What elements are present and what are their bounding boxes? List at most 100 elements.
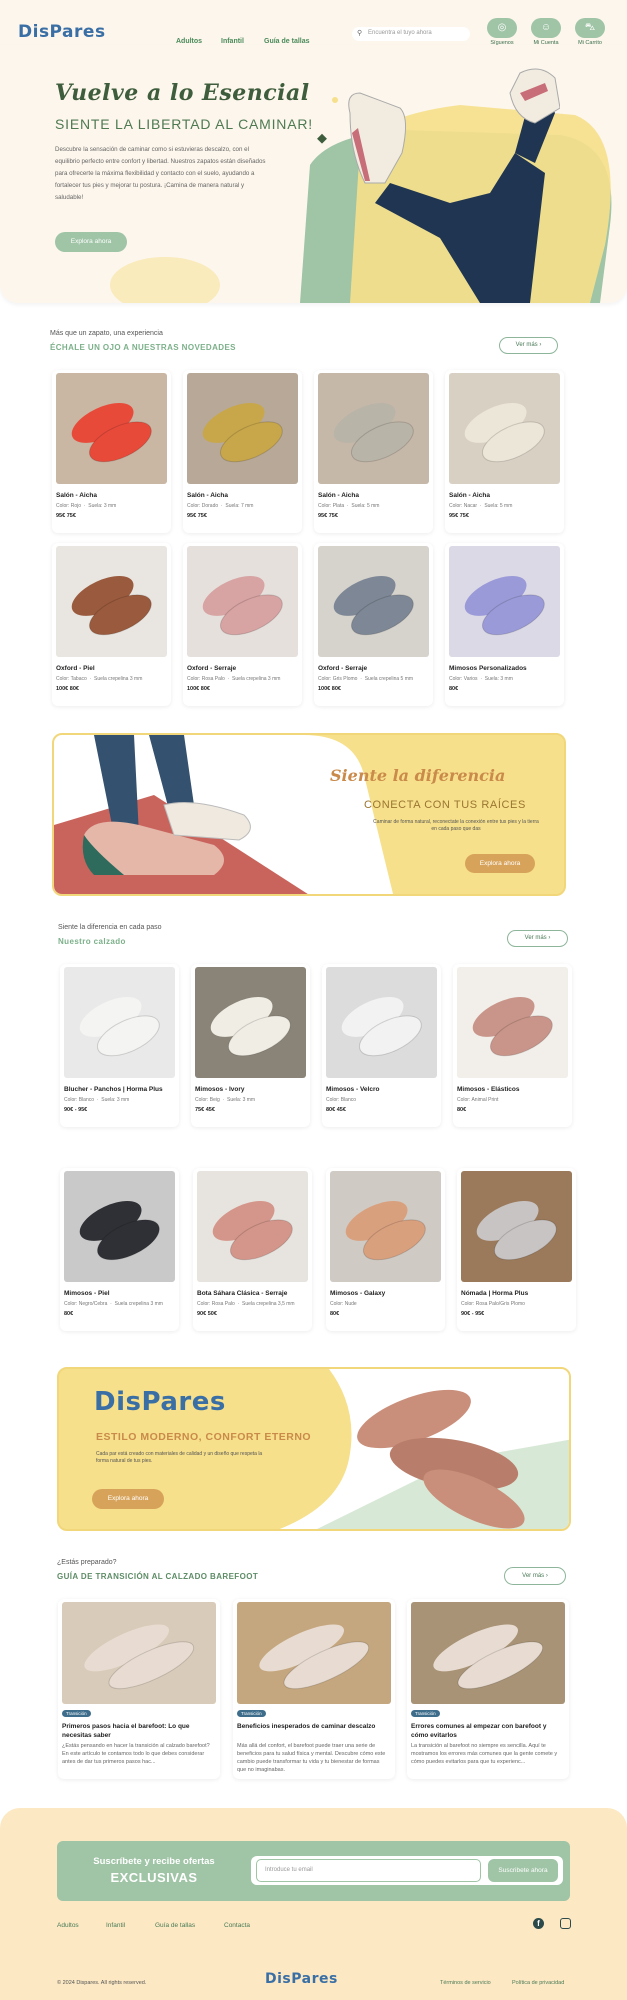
footer-link-infantil[interactable]: Infantil <box>106 1922 125 1929</box>
blog-tag: Transición <box>62 1710 91 1717</box>
product-color-label: Color: <box>56 503 71 509</box>
product-image[interactable] <box>56 546 167 657</box>
blog-title[interactable]: Primeros pasos hacia el barefoot: Lo que… <box>62 1722 212 1740</box>
product-card[interactable]: Oxford - Piel Color: Tabaco · Suela crepe… <box>52 543 171 706</box>
product-image[interactable] <box>56 373 167 484</box>
cart-button[interactable]: ⛍ <box>575 18 605 38</box>
guia-ver-mas-button[interactable]: Ver más › <box>504 1567 566 1585</box>
product-name[interactable]: Oxford - Serraje <box>187 665 236 672</box>
product-name[interactable]: Salón - Aicha <box>318 492 359 499</box>
product-card[interactable]: Mimosos - Galaxy Color: Nude 80€ <box>326 1168 445 1331</box>
banner1-explore-button[interactable]: Explora ahora <box>465 854 535 873</box>
product-meta: Color: Blanco <box>326 1097 356 1103</box>
product-sole: Suela crepelina 3,5 mm <box>242 1301 295 1307</box>
product-card[interactable]: Mimosos Personalizados Color: Varios · Su… <box>445 543 564 706</box>
product-image[interactable] <box>197 1171 308 1282</box>
product-image[interactable] <box>461 1171 572 1282</box>
newsletter-subscribe-button[interactable]: Suscribete ahora <box>488 1859 558 1882</box>
product-meta: Color: Rosa Palo/Gris Plomo <box>461 1301 525 1307</box>
logo[interactable]: DisPares <box>18 22 106 42</box>
blog-title[interactable]: Errores comunes al empezar con barefoot … <box>411 1722 561 1740</box>
product-name[interactable]: Salón - Aicha <box>56 492 97 499</box>
product-name[interactable]: Blucher - Panchos | Horma Plus <box>64 1086 163 1093</box>
product-card[interactable]: Mimosos - Piel Color: Negro/Cebra · Suela… <box>60 1168 179 1331</box>
product-card[interactable]: Mimosos - Elásticos Color: Animal Print 80… <box>453 964 572 1127</box>
footer-link-guia-tallas[interactable]: Guía de tallas <box>155 1922 195 1929</box>
product-card[interactable]: Salón - Aicha Color: Nacar · Suela: 5 mm 9… <box>445 370 564 533</box>
product-name[interactable]: Mimosos - Galaxy <box>330 1290 385 1297</box>
product-image[interactable] <box>318 546 429 657</box>
product-card[interactable]: Blucher - Panchos | Horma Plus Color: Bla… <box>60 964 179 1127</box>
product-name[interactable]: Nómada | Horma Plus <box>461 1290 528 1297</box>
product-name[interactable]: Mimosos - Elásticos <box>457 1086 520 1093</box>
product-name[interactable]: Salón - Aicha <box>449 492 490 499</box>
product-name[interactable]: Mimosos Personalizados <box>449 665 527 672</box>
blog-card[interactable]: Transición Primeros pasos hacia el barefo… <box>58 1599 220 1779</box>
hero-explore-button[interactable]: Explora ahora <box>55 232 127 252</box>
blog-card[interactable]: Transición Beneficios inesperados de cami… <box>233 1599 395 1779</box>
product-color-label: Color: <box>318 503 333 509</box>
facebook-icon[interactable]: f <box>533 1918 544 1929</box>
product-image[interactable] <box>318 373 429 484</box>
product-image[interactable] <box>449 546 560 657</box>
blog-image[interactable] <box>62 1602 216 1704</box>
hero-text: Descubre la sensación de caminar como si… <box>55 146 266 201</box>
product-price: 80€ <box>449 686 459 692</box>
product-card[interactable]: Salón - Aicha Color: Dorado · Suela: 7 mm… <box>183 370 302 533</box>
blog-card[interactable]: Transición Errores comunes al empezar con… <box>407 1599 569 1779</box>
product-image[interactable] <box>326 967 437 1078</box>
product-image[interactable] <box>195 967 306 1078</box>
product-card[interactable]: Oxford - Serraje Color: Rosa Palo · Suela… <box>183 543 302 706</box>
calzado-ver-mas-button[interactable]: Ver más › <box>507 930 568 947</box>
instagram-footer-icon[interactable] <box>560 1918 571 1929</box>
blog-title[interactable]: Beneficios inesperados de caminar descal… <box>237 1722 387 1731</box>
product-card[interactable]: Bota Sáhara Clásica - Serraje Color: Rosa… <box>193 1168 312 1331</box>
product-name[interactable]: Oxford - Serraje <box>318 665 367 672</box>
footer-link-adultos[interactable]: Adultos <box>57 1922 79 1929</box>
blog-image[interactable] <box>237 1602 391 1704</box>
product-price: 95€ 75€ <box>56 513 76 519</box>
instagram-button[interactable]: ◎ <box>487 18 517 38</box>
product-card[interactable]: Nómada | Horma Plus Color: Rosa Palo/Gris… <box>457 1168 576 1331</box>
product-image[interactable] <box>449 373 560 484</box>
product-image[interactable] <box>64 1171 175 1282</box>
product-card[interactable]: Salón - Aicha Color: Rojo · Suela: 3 mm 95… <box>52 370 171 533</box>
blog-excerpt: Más allá del confort, el barefoot puede … <box>237 1743 386 1773</box>
product-card[interactable]: Mimosos - Ivory Color: Beig · Suela: 3 mm… <box>191 964 310 1127</box>
footer-logo[interactable]: DisPares <box>265 1971 338 1987</box>
product-price: 90€ - 95€ <box>64 1107 88 1113</box>
footer-link-contacta[interactable]: Contacta <box>224 1922 250 1929</box>
product-card[interactable]: Oxford - Serraje Color: Gris Plomo · Suel… <box>314 543 433 706</box>
banner-siente-diferencia: Siente la diferencia CONECTA CON TUS RAÍ… <box>52 733 566 896</box>
product-image[interactable] <box>457 967 568 1078</box>
product-image[interactable] <box>330 1171 441 1282</box>
novedades-title: ÉCHALE UN OJO A NUESTRAS NOVEDADES <box>50 343 236 352</box>
product-color-label: Color: <box>318 676 333 682</box>
product-name[interactable]: Bota Sáhara Clásica - Serraje <box>197 1290 287 1297</box>
product-image[interactable] <box>187 546 298 657</box>
product-card[interactable]: Mimosos - Velcro Color: Blanco 80€ 45€ <box>322 964 441 1127</box>
newsletter-form: Introduce tu email Suscribete ahora <box>251 1856 563 1885</box>
novedades-ver-mas-button[interactable]: Ver más › <box>499 337 558 354</box>
footer-terms-link[interactable]: Términos de servicio <box>440 1980 491 1986</box>
product-price: 95€ 75€ <box>318 513 338 519</box>
product-image[interactable] <box>64 967 175 1078</box>
search-input[interactable]: ⚲ Encuentra el tuyo ahora <box>352 27 470 41</box>
product-name[interactable]: Mimosos - Velcro <box>326 1086 379 1093</box>
product-card[interactable]: Salón - Aicha Color: Plata · Suela: 5 mm 9… <box>314 370 433 533</box>
product-meta: Color: Varios · Suela: 3 mm <box>449 676 513 682</box>
footer-privacy-link[interactable]: Política de privacidad <box>512 1980 564 1986</box>
product-name[interactable]: Mimosos - Ivory <box>195 1086 244 1093</box>
product-sole-label: Suela: <box>484 676 501 682</box>
banner2-text: Cada par está creado con materiales de c… <box>96 1451 263 1464</box>
newsletter-email-input[interactable]: Introduce tu email <box>256 1859 481 1882</box>
product-name[interactable]: Salón - Aicha <box>187 492 228 499</box>
banner2-explore-button[interactable]: Explora ahora <box>92 1489 164 1509</box>
product-name[interactable]: Oxford - Piel <box>56 665 95 672</box>
product-name[interactable]: Mimosos - Piel <box>64 1290 110 1297</box>
product-image[interactable] <box>187 373 298 484</box>
account-button[interactable]: ☺ <box>531 18 561 38</box>
banner1-subtitle: CONECTA CON TUS RAÍCES <box>364 799 526 811</box>
blog-image[interactable] <box>411 1602 565 1704</box>
hero-subtitle: SIENTE LA LIBERTAD AL CAMINAR! <box>55 116 313 132</box>
